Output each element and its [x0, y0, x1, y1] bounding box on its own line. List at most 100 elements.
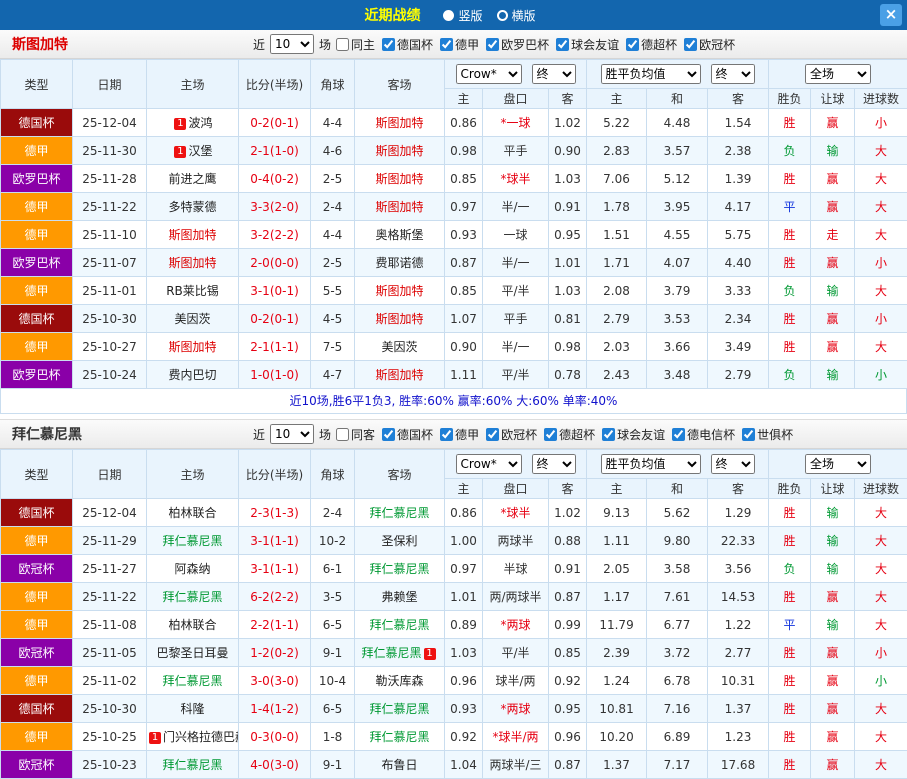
- away-team-cell[interactable]: 斯图加特: [355, 137, 445, 165]
- home-team-cell[interactable]: 美因茨: [147, 305, 239, 333]
- team-link[interactable]: 斯图加特: [375, 144, 423, 158]
- team-link[interactable]: 勒沃库森: [375, 674, 423, 688]
- team-link[interactable]: 布鲁日: [381, 758, 417, 772]
- league-checkbox[interactable]: [672, 428, 685, 441]
- team-link[interactable]: 美因茨: [174, 312, 210, 326]
- avg-type-select[interactable]: 胜平负均值: [601, 64, 701, 84]
- home-team-cell[interactable]: 阿森纳: [147, 555, 239, 583]
- home-team-cell[interactable]: 1汉堡: [147, 137, 239, 165]
- recent-count-select[interactable]: 10: [270, 424, 314, 444]
- home-team-cell[interactable]: 前进之鹰: [147, 165, 239, 193]
- team-link[interactable]: 科隆: [180, 702, 204, 716]
- team-link[interactable]: 斯图加特: [168, 340, 216, 354]
- team-link[interactable]: 汉堡: [188, 144, 212, 158]
- league-checkbox[interactable]: [486, 428, 499, 441]
- away-team-cell[interactable]: 斯图加特: [355, 165, 445, 193]
- league-filter-option[interactable]: 德甲: [440, 36, 479, 53]
- league-checkbox[interactable]: [626, 38, 639, 51]
- home-team-cell[interactable]: 拜仁慕尼黑: [147, 667, 239, 695]
- home-team-cell[interactable]: 巴黎圣日耳曼: [147, 639, 239, 667]
- view-option-vertical[interactable]: 竖版: [443, 7, 482, 24]
- league-filter-option[interactable]: 欧冠杯: [486, 426, 537, 443]
- team-link[interactable]: 圣保利: [381, 534, 417, 548]
- team-link[interactable]: 斯图加特: [375, 312, 423, 326]
- team-link[interactable]: 拜仁慕尼黑: [369, 562, 429, 576]
- league-filter-option[interactable]: 德国杯: [382, 426, 433, 443]
- team-link[interactable]: 美因茨: [381, 340, 417, 354]
- home-team-cell[interactable]: 1门兴格拉德巴赫: [147, 723, 239, 751]
- odds-company-select[interactable]: Crow*: [456, 64, 522, 84]
- home-team-cell[interactable]: 斯图加特: [147, 221, 239, 249]
- same-venue-checkbox[interactable]: [336, 38, 349, 51]
- team-link[interactable]: 前进之鹰: [168, 172, 216, 186]
- scope-select[interactable]: 全场: [805, 454, 871, 474]
- home-team-cell[interactable]: 拜仁慕尼黑: [147, 583, 239, 611]
- team-link[interactable]: 斯图加特: [375, 116, 423, 130]
- team-link[interactable]: 奥格斯堡: [375, 228, 423, 242]
- league-filter-option[interactable]: 欧冠杯: [684, 36, 735, 53]
- away-team-cell[interactable]: 斯图加特: [355, 193, 445, 221]
- away-team-cell[interactable]: 斯图加特: [355, 109, 445, 137]
- team-link[interactable]: 波鸿: [188, 116, 212, 130]
- home-team-cell[interactable]: 柏林联合: [147, 611, 239, 639]
- team-link[interactable]: 门兴格拉德巴赫: [163, 730, 239, 744]
- away-team-cell[interactable]: 勒沃库森: [355, 667, 445, 695]
- team-link[interactable]: 斯图加特: [375, 284, 423, 298]
- league-checkbox[interactable]: [556, 38, 569, 51]
- away-team-cell[interactable]: 拜仁慕尼黑1: [355, 639, 445, 667]
- team-link[interactable]: 斯图加特: [375, 200, 423, 214]
- team-link[interactable]: 斯图加特: [168, 256, 216, 270]
- league-filter-option[interactable]: 球会友谊: [602, 426, 665, 443]
- league-filter-option[interactable]: 欧罗巴杯: [486, 36, 549, 53]
- away-team-cell[interactable]: 斯图加特: [355, 361, 445, 389]
- team-link[interactable]: 拜仁慕尼黑: [369, 702, 429, 716]
- home-team-cell[interactable]: 科隆: [147, 695, 239, 723]
- away-team-cell[interactable]: 拜仁慕尼黑: [355, 499, 445, 527]
- team-link[interactable]: 斯图加特: [375, 172, 423, 186]
- team-link[interactable]: 拜仁慕尼黑: [369, 506, 429, 520]
- home-team-cell[interactable]: 多特蒙德: [147, 193, 239, 221]
- away-team-cell[interactable]: 奥格斯堡: [355, 221, 445, 249]
- avg-stage-select[interactable]: 终: [711, 64, 755, 84]
- recent-count-select[interactable]: 10: [270, 34, 314, 54]
- team-link[interactable]: 弗赖堡: [381, 590, 417, 604]
- league-filter-option[interactable]: 德电信杯: [672, 426, 735, 443]
- team-link[interactable]: 斯图加特: [168, 228, 216, 242]
- avg-stage-select[interactable]: 终: [711, 454, 755, 474]
- league-checkbox[interactable]: [684, 38, 697, 51]
- home-team-cell[interactable]: 斯图加特: [147, 249, 239, 277]
- league-filter-option[interactable]: 德超杯: [626, 36, 677, 53]
- home-team-cell[interactable]: RB莱比锡: [147, 277, 239, 305]
- team-link[interactable]: 巴黎圣日耳曼: [156, 646, 228, 660]
- league-filter-option[interactable]: 德甲: [440, 426, 479, 443]
- team-link[interactable]: RB莱比锡: [166, 284, 219, 298]
- away-team-cell[interactable]: 拜仁慕尼黑: [355, 611, 445, 639]
- league-filter-option[interactable]: 德国杯: [382, 36, 433, 53]
- away-team-cell[interactable]: 斯图加特: [355, 305, 445, 333]
- team-link[interactable]: 费耶诺德: [375, 256, 423, 270]
- close-button[interactable]: ×: [880, 4, 902, 26]
- team-link[interactable]: 拜仁慕尼黑: [162, 534, 222, 548]
- league-filter-option[interactable]: 世俱杯: [742, 426, 793, 443]
- team-link[interactable]: 拜仁慕尼黑: [369, 618, 429, 632]
- team-link[interactable]: 斯图加特: [375, 368, 423, 382]
- away-team-cell[interactable]: 斯图加特: [355, 277, 445, 305]
- odds-stage-select[interactable]: 终: [532, 64, 576, 84]
- away-team-cell[interactable]: 弗赖堡: [355, 583, 445, 611]
- home-team-cell[interactable]: 斯图加特: [147, 333, 239, 361]
- league-checkbox[interactable]: [440, 428, 453, 441]
- league-checkbox[interactable]: [382, 428, 395, 441]
- league-filter-option[interactable]: 德超杯: [544, 426, 595, 443]
- league-checkbox[interactable]: [544, 428, 557, 441]
- away-team-cell[interactable]: 拜仁慕尼黑: [355, 555, 445, 583]
- team-link[interactable]: 费内巴切: [168, 368, 216, 382]
- view-option-horizontal[interactable]: 横版: [497, 7, 536, 24]
- same-venue-option[interactable]: 同客: [336, 426, 375, 443]
- odds-company-select[interactable]: Crow*: [456, 454, 522, 474]
- avg-type-select[interactable]: 胜平负均值: [601, 454, 701, 474]
- league-checkbox[interactable]: [382, 38, 395, 51]
- scope-select[interactable]: 全场: [805, 64, 871, 84]
- odds-stage-select[interactable]: 终: [532, 454, 576, 474]
- away-team-cell[interactable]: 拜仁慕尼黑: [355, 695, 445, 723]
- away-team-cell[interactable]: 圣保利: [355, 527, 445, 555]
